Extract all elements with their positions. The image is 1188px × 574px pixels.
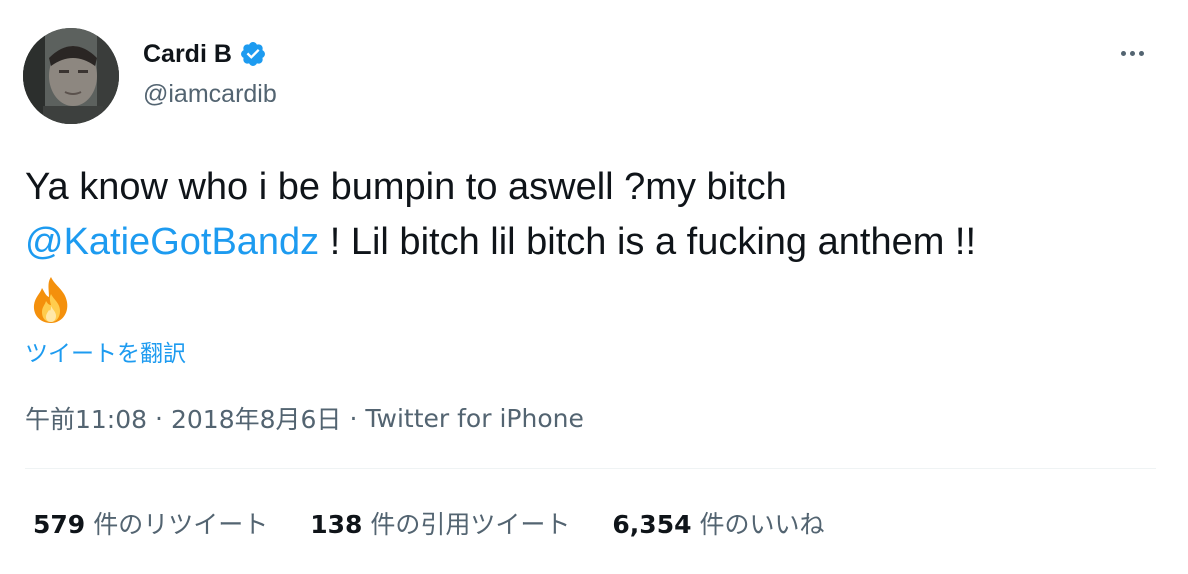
retweet-count: 579 — [33, 510, 86, 539]
tweet-source[interactable]: Twitter for iPhone — [365, 404, 583, 433]
author-block: Cardi B @iamcardib — [143, 38, 277, 109]
meta-separator: · — [349, 403, 358, 433]
tweet-text: Ya know who i be bumpin to aswell ?my bi… — [25, 160, 1165, 326]
tweet-text-part2: ! Lil bitch lil bitch is a fucking anthe… — [319, 221, 977, 263]
like-label: 件のいいね — [699, 510, 825, 539]
likes-stat[interactable]: 6,354 件のいいね — [612, 505, 824, 541]
translate-tweet-link[interactable]: ツイートを翻訳 — [25, 334, 186, 368]
display-name[interactable]: Cardi B — [143, 40, 232, 69]
tweet-text-part1: Ya know who i be bumpin to aswell ?my bi… — [25, 166, 787, 208]
tweet-card: Cardi B @iamcardib Ya know who i be bump… — [0, 0, 1188, 574]
tweet-meta: 午前11:08 · 2018年8月6日 · Twitter for iPhone — [25, 400, 584, 436]
avatar[interactable] — [23, 28, 119, 124]
more-options-icon[interactable] — [1112, 38, 1152, 68]
name-row: Cardi B — [143, 38, 277, 70]
verified-badge-icon — [239, 40, 267, 68]
quote-label: 件の引用ツイート — [370, 510, 571, 539]
tweet-date[interactable]: 2018年8月6日 — [171, 400, 341, 436]
retweet-label: 件のリツイート — [93, 510, 269, 539]
tweet-time[interactable]: 午前11:08 — [25, 400, 147, 436]
like-count: 6,354 — [612, 510, 692, 539]
mention-link[interactable]: @KatieGotBandz — [25, 221, 319, 263]
quote-tweets-stat[interactable]: 138 件の引用ツイート — [310, 505, 570, 541]
retweets-stat[interactable]: 579 件のリツイート — [33, 505, 268, 541]
meta-separator: · — [155, 403, 163, 433]
tweet-stats: 579 件のリツイート 138 件の引用ツイート 6,354 件のいいね — [33, 505, 867, 541]
fire-emoji-icon — [25, 274, 77, 326]
user-handle[interactable]: @iamcardib — [143, 80, 277, 109]
quote-count: 138 — [310, 510, 363, 539]
divider — [25, 468, 1156, 469]
